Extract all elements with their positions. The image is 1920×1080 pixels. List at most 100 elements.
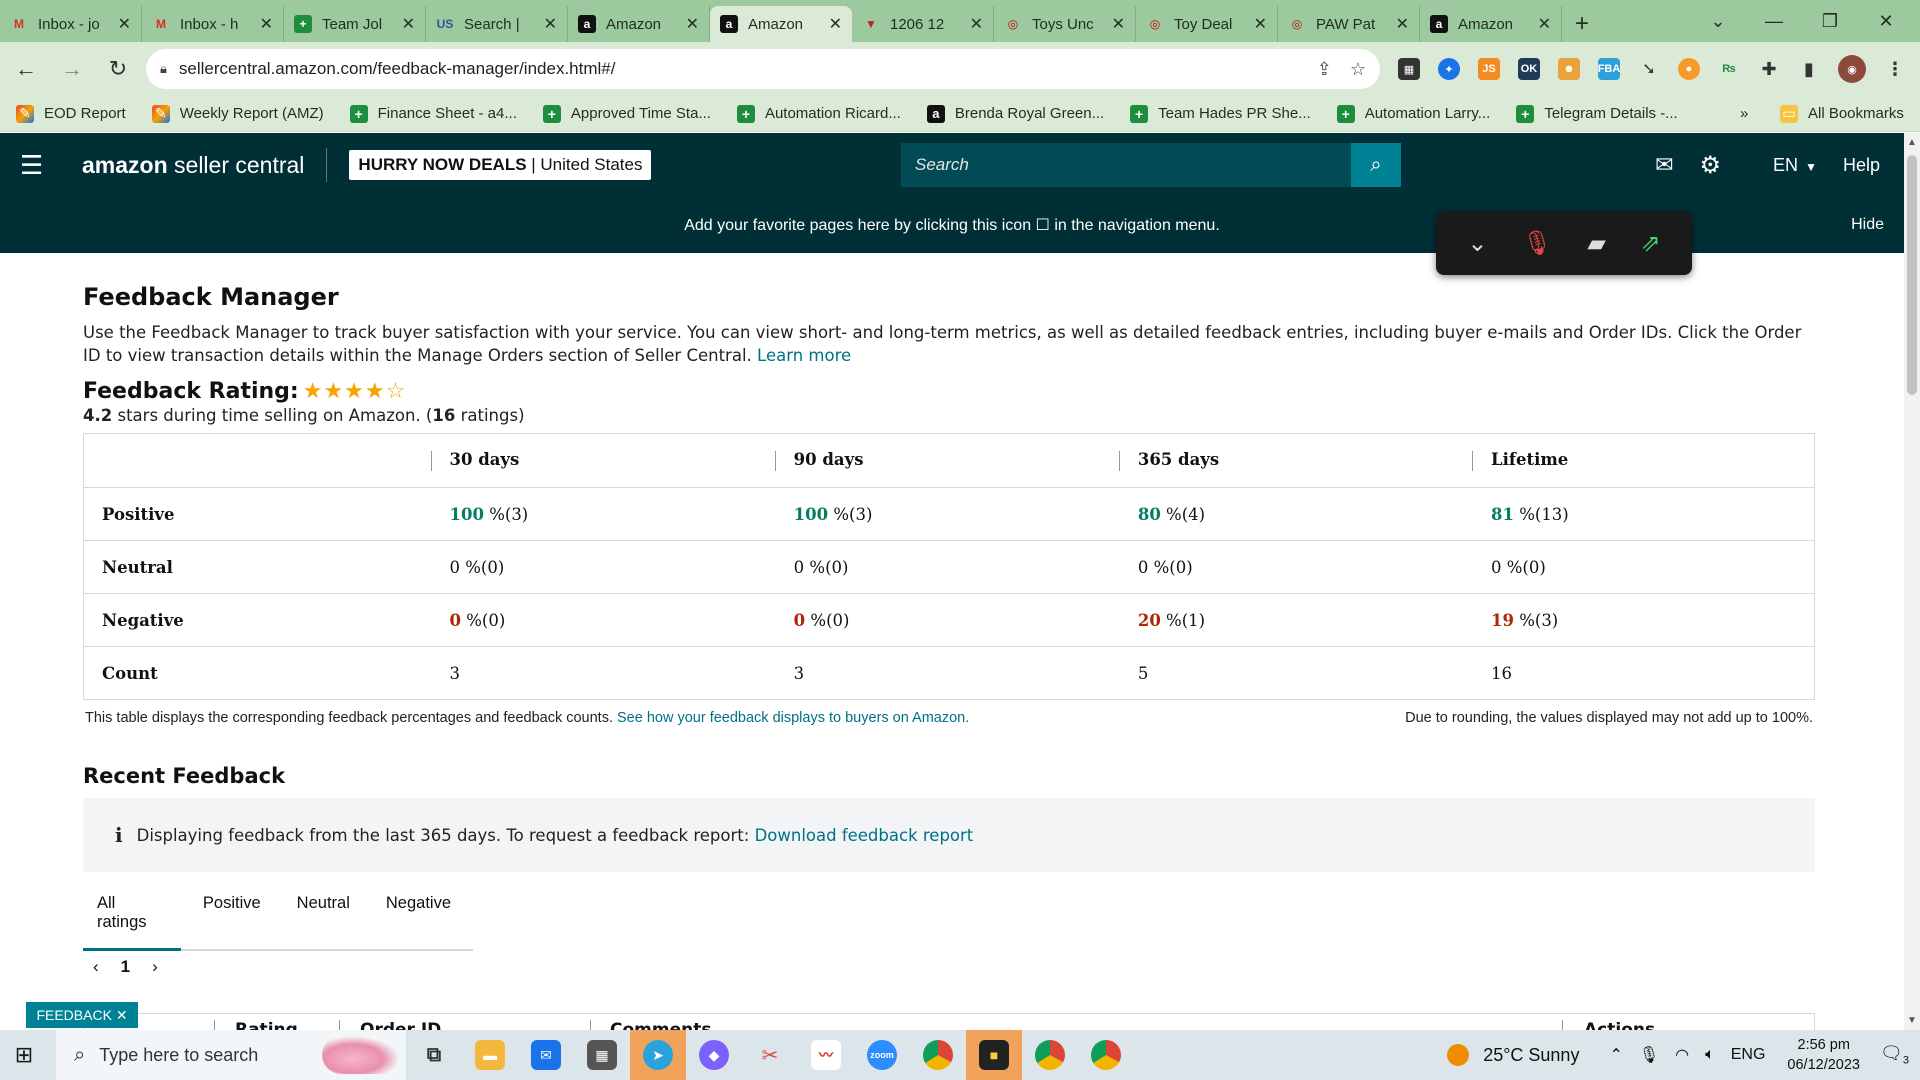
bookmark-item[interactable]: + Approved Time Sta... xyxy=(542,104,711,123)
close-icon[interactable]: ✕ xyxy=(1112,14,1125,34)
mail-icon[interactable]: ✉ xyxy=(1655,152,1673,178)
chevron-left-icon[interactable]: ‹ xyxy=(93,957,99,977)
browser-tab[interactable]: US Search | ✕ xyxy=(426,6,568,42)
feedback-display-link[interactable]: See how your feedback displays to buyers… xyxy=(617,710,969,726)
ok-extension-icon[interactable]: OK xyxy=(1518,58,1540,80)
profile-avatar[interactable]: ◉ xyxy=(1838,55,1866,83)
store-switcher[interactable]: HURRY NOW DEALS | United States xyxy=(349,150,652,180)
hamburger-menu-icon[interactable]: ☰ xyxy=(20,150,50,181)
side-panel-icon[interactable]: ▮ xyxy=(1798,58,1820,80)
window-close-icon[interactable]: ✕ xyxy=(1858,0,1914,42)
browser-tab[interactable]: M Inbox - jo ✕ xyxy=(0,6,142,42)
copilot-icon[interactable]: ◆ xyxy=(686,1030,742,1080)
snipping-tool-icon[interactable]: ✂ xyxy=(742,1030,798,1080)
url-field[interactable]: 🔒︎ sellercentral.amazon.com/feedback-man… xyxy=(146,49,1380,89)
seller-central-logo[interactable]: amazon seller central xyxy=(82,152,304,179)
chevron-up-icon[interactable]: ⌃ xyxy=(1609,1045,1622,1065)
tab-positive[interactable]: Positive xyxy=(189,894,275,949)
taskbar-search[interactable]: ⌕ Type here to search xyxy=(56,1030,406,1080)
bookmark-item[interactable]: ✎ EOD Report xyxy=(16,104,126,123)
page-scrollbar[interactable]: ▲ ▼ xyxy=(1904,133,1920,1030)
feedback-button[interactable]: FEEDBACK ✕ xyxy=(26,1002,138,1028)
telegram-icon[interactable]: ➤ xyxy=(630,1030,686,1080)
close-icon[interactable]: ✕ xyxy=(970,14,983,34)
bookmark-item[interactable]: ✎ Weekly Report (AMZ) xyxy=(151,104,324,123)
cat-extension-icon[interactable]: ☻ xyxy=(1558,58,1580,80)
close-icon[interactable]: ✕ xyxy=(402,14,415,34)
all-bookmarks-button[interactable]: ▭ All Bookmarks xyxy=(1780,104,1904,123)
back-arrow-icon[interactable]: ← xyxy=(6,49,46,89)
reload-icon[interactable]: ↻ xyxy=(98,49,138,89)
seller-search-input[interactable] xyxy=(901,143,1351,187)
input-language[interactable]: ENG xyxy=(1731,1046,1766,1064)
learn-more-link[interactable]: Learn more xyxy=(757,346,851,365)
windows-start-icon[interactable]: ⊞ xyxy=(0,1030,48,1080)
chevron-right-icon[interactable]: › xyxy=(152,957,158,977)
browser-tab[interactable]: ◎ Toys Unc ✕ xyxy=(994,6,1136,42)
tab-neutral[interactable]: Neutral xyxy=(283,894,364,949)
download-report-link[interactable]: Download feedback report xyxy=(755,826,974,845)
hide-favorites-button[interactable]: Hide xyxy=(1851,216,1884,234)
speaker-icon[interactable]: 🔈︎ xyxy=(1705,1046,1715,1064)
file-explorer-icon[interactable]: ▬ xyxy=(462,1030,518,1080)
tab-negative[interactable]: Negative xyxy=(372,894,465,949)
browser-tab[interactable]: a Amazon ✕ xyxy=(1420,6,1562,42)
forward-arrow-icon[interactable]: → xyxy=(52,49,92,89)
bookmark-item[interactable]: + Team Hades PR She... xyxy=(1130,104,1311,123)
current-page[interactable]: 1 xyxy=(121,957,130,977)
scroll-down-icon[interactable]: ▼ xyxy=(1904,1015,1920,1026)
browser-tab[interactable]: ◎ Toy Deal ✕ xyxy=(1136,6,1278,42)
gear-icon[interactable]: ⚙ xyxy=(1700,151,1722,180)
browser-tab-active[interactable]: a Amazon ✕ xyxy=(710,6,852,42)
qr-extension-icon[interactable]: ▦ xyxy=(1398,58,1420,80)
close-icon[interactable]: ✕ xyxy=(260,14,273,34)
chrome-profile-icon[interactable] xyxy=(1022,1030,1078,1080)
task-view-icon[interactable]: ⧉ xyxy=(406,1030,462,1080)
puzzle-extensions-icon[interactable]: ✚ xyxy=(1758,58,1780,80)
bookmark-star-icon[interactable]: ☆ xyxy=(1350,59,1366,80)
new-tab-button[interactable]: + xyxy=(1562,6,1602,42)
orange-circle-extension-icon[interactable]: ● xyxy=(1678,58,1700,80)
close-icon[interactable]: ✕ xyxy=(116,1007,128,1024)
minimize-icon[interactable]: — xyxy=(1746,0,1802,42)
tab-search-chevron-icon[interactable]: ⌄ xyxy=(1690,0,1746,42)
browser-tab[interactable]: a Amazon ✕ xyxy=(568,6,710,42)
pen-extension-icon[interactable]: ➘ xyxy=(1638,58,1660,80)
browser-tab[interactable]: ▼ 1206 12 ✕ xyxy=(852,6,994,42)
close-icon[interactable]: ✕ xyxy=(544,14,557,34)
browser-tab[interactable]: + Team Jol ✕ xyxy=(284,6,426,42)
calculator-icon[interactable]: ▦ xyxy=(574,1030,630,1080)
js-extension-icon[interactable]: JS xyxy=(1478,58,1500,80)
zoom-icon[interactable]: zoom xyxy=(854,1030,910,1080)
close-icon[interactable]: ✕ xyxy=(829,14,842,34)
share-icon[interactable]: ⇪ xyxy=(1317,59,1332,80)
bookmark-item[interactable]: a Brenda Royal Green... xyxy=(926,104,1104,123)
scroll-up-icon[interactable]: ▲ xyxy=(1904,137,1920,148)
close-icon[interactable]: ✕ xyxy=(1396,14,1409,34)
notifications-icon[interactable]: 🗨︎3 xyxy=(1880,1043,1920,1067)
browser-tab[interactable]: ◎ PAW Pat ✕ xyxy=(1278,6,1420,42)
fba-extension-icon[interactable]: FBA xyxy=(1598,58,1620,80)
blue-extension-icon[interactable]: ✦ xyxy=(1438,58,1460,80)
bookmarks-overflow-button[interactable]: » xyxy=(1740,105,1748,122)
chrome-menu-icon[interactable]: ⋮ xyxy=(1884,58,1906,80)
microphone-icon[interactable]: 🎙︎ xyxy=(1639,1045,1659,1065)
bookmark-item[interactable]: + Automation Larry... xyxy=(1336,104,1490,123)
close-icon[interactable]: ✕ xyxy=(1538,14,1551,34)
search-icon[interactable]: ⌕ xyxy=(1351,143,1401,187)
help-link[interactable]: Help xyxy=(1843,155,1880,176)
scrollbar-thumb[interactable] xyxy=(1907,155,1917,395)
bookmark-item[interactable]: + Automation Ricard... xyxy=(736,104,901,123)
close-icon[interactable]: ✕ xyxy=(118,14,131,34)
sticky-notes-icon[interactable]: ■ xyxy=(966,1030,1022,1080)
voice-app-icon[interactable]: 〰 xyxy=(798,1030,854,1080)
wifi-icon[interactable]: ◠ xyxy=(1675,1045,1689,1065)
chrome-icon[interactable] xyxy=(910,1030,966,1080)
tab-all-ratings[interactable]: All ratings xyxy=(83,894,181,951)
bookmark-item[interactable]: + Telegram Details -... xyxy=(1516,104,1678,123)
rs-extension-icon[interactable]: ₨ xyxy=(1718,58,1740,80)
mail-icon[interactable]: ✉ xyxy=(518,1030,574,1080)
chrome-profile-icon[interactable] xyxy=(1078,1030,1134,1080)
maximize-icon[interactable]: ❐ xyxy=(1802,0,1858,42)
clock[interactable]: 2:56 pm 06/12/2023 xyxy=(1787,1035,1860,1075)
